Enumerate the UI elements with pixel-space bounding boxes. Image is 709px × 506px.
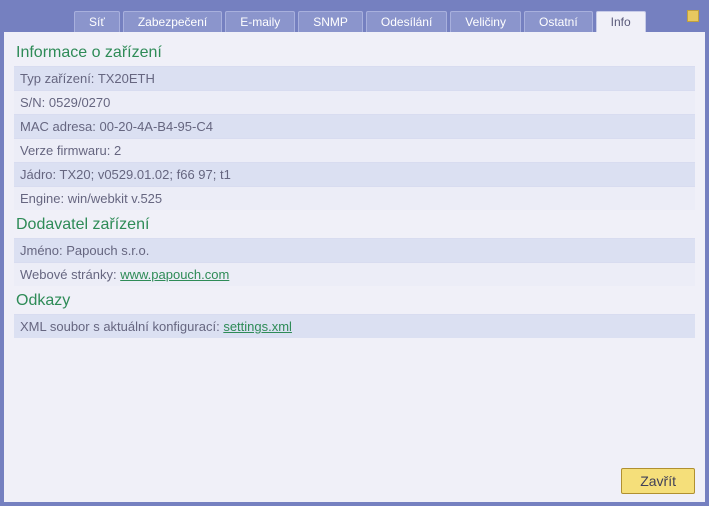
tab-network[interactable]: Síť — [74, 11, 120, 32]
section-title-links: Odkazy — [14, 286, 695, 314]
value-mac: 00-20-4A-B4-95-C4 — [100, 119, 213, 134]
value-vendor-name: Papouch s.r.o. — [66, 243, 149, 258]
value-core: TX20; v0529.01.02; f66 97; t1 — [60, 167, 231, 182]
row-vendor-name: Jméno: Papouch s.r.o. — [14, 238, 695, 262]
label-device-type: Typ zařízení: — [20, 71, 94, 86]
tab-emails[interactable]: E-maily — [225, 11, 295, 32]
tab-bar: Síť Zabezpečení E-maily SNMP Odesílání V… — [4, 4, 705, 32]
tab-other[interactable]: Ostatní — [524, 11, 593, 32]
settings-window: Síť Zabezpečení E-maily SNMP Odesílání V… — [0, 0, 709, 506]
tab-info[interactable]: Info — [596, 11, 646, 32]
label-engine: Engine: — [20, 191, 64, 206]
value-device-type: TX20ETH — [98, 71, 155, 86]
section-title-device-info: Informace o zařízení — [14, 38, 695, 66]
link-vendor-web[interactable]: www.papouch.com — [120, 267, 229, 282]
link-xml[interactable]: settings.xml — [223, 319, 292, 334]
tab-security[interactable]: Zabezpečení — [123, 11, 222, 32]
label-vendor-name: Jméno: — [20, 243, 63, 258]
row-mac: MAC adresa: 00-20-4A-B4-95-C4 — [14, 114, 695, 138]
label-firmware: Verze firmwaru: — [20, 143, 110, 158]
row-device-type: Typ zařízení: TX20ETH — [14, 66, 695, 90]
corner-indicator — [687, 10, 699, 22]
content-area: Informace o zařízení Typ zařízení: TX20E… — [4, 32, 705, 462]
row-sn: S/N: 0529/0270 — [14, 90, 695, 114]
label-vendor-web: Webové stránky: — [20, 267, 117, 282]
row-firmware: Verze firmwaru: 2 — [14, 138, 695, 162]
value-sn: 0529/0270 — [49, 95, 110, 110]
label-mac: MAC adresa: — [20, 119, 96, 134]
tab-snmp[interactable]: SNMP — [298, 11, 363, 32]
close-button[interactable]: Zavřít — [621, 468, 695, 494]
row-core: Jádro: TX20; v0529.01.02; f66 97; t1 — [14, 162, 695, 186]
tab-quantities[interactable]: Veličiny — [450, 11, 521, 32]
row-engine: Engine: win/webkit v.525 — [14, 186, 695, 210]
footer: Zavřít — [4, 462, 705, 502]
label-xml: XML soubor s aktuální konfigurací: — [20, 319, 220, 334]
value-engine: win/webkit v.525 — [68, 191, 162, 206]
value-firmware: 2 — [114, 143, 121, 158]
label-core: Jádro: — [20, 167, 56, 182]
label-sn: S/N: — [20, 95, 45, 110]
row-xml: XML soubor s aktuální konfigurací: setti… — [14, 314, 695, 338]
row-vendor-web: Webové stránky: www.papouch.com — [14, 262, 695, 286]
tab-sending[interactable]: Odesílání — [366, 11, 447, 32]
section-title-vendor: Dodavatel zařízení — [14, 210, 695, 238]
